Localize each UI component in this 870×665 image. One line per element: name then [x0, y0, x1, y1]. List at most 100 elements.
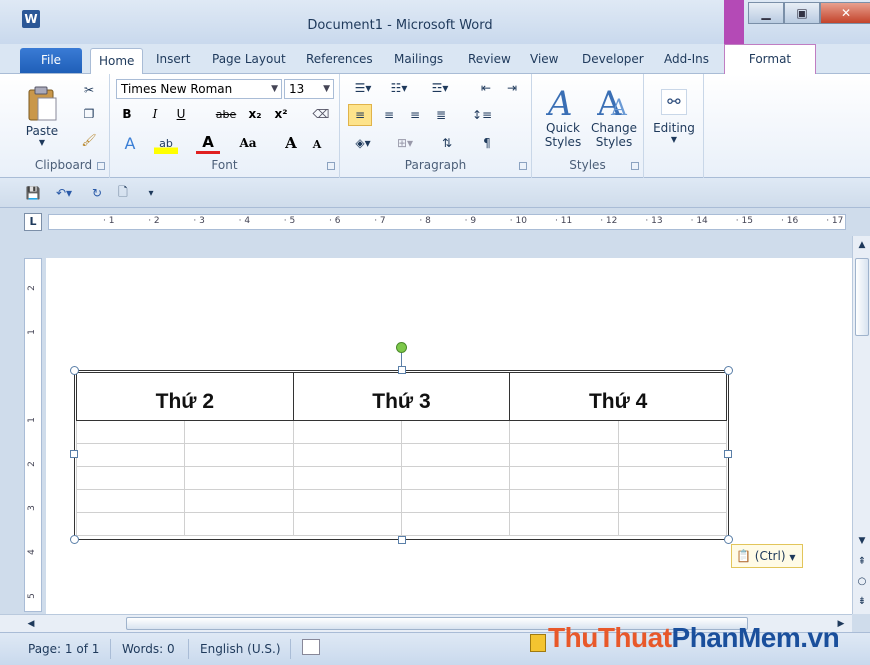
- tab-file[interactable]: File: [20, 48, 82, 73]
- new-document-icon[interactable]: 🗋: [114, 184, 132, 202]
- scroll-up-icon[interactable]: ▲: [855, 238, 869, 252]
- font-group-label: Font: [211, 158, 238, 172]
- multilevel-list-icon[interactable]: ☲▾: [422, 78, 458, 98]
- text-effects-icon[interactable]: A: [118, 132, 142, 154]
- subscript-button[interactable]: x₂: [244, 104, 266, 124]
- word-count[interactable]: Words: 0: [122, 642, 175, 656]
- clipboard-launcher-icon[interactable]: [97, 162, 105, 170]
- show-formatting-button[interactable]: ¶: [476, 132, 498, 154]
- macro-recording-icon[interactable]: [302, 639, 320, 655]
- grow-font-button[interactable]: A: [282, 132, 300, 154]
- restore-button[interactable]: ▣: [784, 2, 820, 24]
- watermark-part: PhanMem: [671, 622, 801, 653]
- scroll-thumb[interactable]: [855, 258, 869, 336]
- paste-button[interactable]: Paste ▼: [22, 80, 62, 152]
- decrease-indent-icon[interactable]: ⇤: [476, 78, 496, 98]
- undo-icon[interactable]: ↶▾: [50, 184, 78, 202]
- ruler-number: 5: [26, 593, 37, 599]
- close-button[interactable]: ✕: [820, 2, 870, 24]
- resize-handle[interactable]: [70, 535, 79, 544]
- strikethrough-button[interactable]: abe: [214, 104, 238, 124]
- justify-icon[interactable]: ≣: [430, 104, 452, 126]
- tab-home[interactable]: Home: [90, 48, 144, 75]
- highlight-icon[interactable]: ab: [154, 132, 178, 154]
- customize-qat-icon[interactable]: ▾: [142, 184, 160, 202]
- tab-view[interactable]: View: [530, 52, 558, 66]
- text-box-frame[interactable]: [74, 370, 729, 540]
- language-indicator[interactable]: English (U.S.): [200, 642, 281, 656]
- quick-styles-button[interactable]: A Quick Styles: [538, 76, 588, 156]
- rotate-handle[interactable]: [396, 342, 407, 353]
- increase-indent-icon[interactable]: ⇥: [502, 78, 522, 98]
- clipboard-group: Paste ▼ ✂ ❐ 🖌 Clipboard: [18, 74, 110, 178]
- horizontal-ruler[interactable]: · 1 · 2 · 3 · 4 · 5 · 6 · 7 · 8 · 9 · 10 · 11 · 12 ·…: [48, 214, 846, 230]
- shading-icon[interactable]: ◈▾: [348, 132, 378, 154]
- copy-icon[interactable]: ❐: [78, 104, 100, 124]
- font-color-icon[interactable]: A: [196, 132, 220, 154]
- resize-handle[interactable]: [724, 535, 733, 544]
- vertical-scrollbar[interactable]: ▲ ▼ ⇞ ○ ⇟: [852, 236, 870, 614]
- ruler-number: 2: [26, 285, 37, 291]
- vertical-ruler[interactable]: 2 1 1 2 3 4 5: [24, 258, 42, 612]
- tab-developer[interactable]: Developer: [582, 52, 644, 66]
- redo-icon[interactable]: ↻: [88, 184, 106, 202]
- svg-text:A: A: [546, 84, 573, 121]
- clear-formatting-icon[interactable]: ⌫: [310, 104, 332, 124]
- align-center-icon[interactable]: ≡: [378, 104, 400, 126]
- bullets-icon[interactable]: ☰▾: [348, 78, 378, 98]
- font-name-select[interactable]: Times New Roman ▼: [116, 79, 282, 99]
- resize-handle[interactable]: [70, 366, 79, 375]
- page-count[interactable]: Page: 1 of 1: [28, 642, 99, 656]
- ruler-number: · 5: [283, 216, 296, 226]
- tab-format[interactable]: Format: [724, 44, 816, 74]
- superscript-button[interactable]: x²: [270, 104, 292, 124]
- change-styles-button[interactable]: AA Change Styles: [588, 76, 640, 156]
- styles-launcher-icon[interactable]: [631, 162, 639, 170]
- font-launcher-icon[interactable]: [327, 162, 335, 170]
- window-controls: ▁ ▣ ✕: [748, 2, 870, 28]
- align-right-icon[interactable]: ≡: [404, 104, 426, 126]
- align-left-button[interactable]: ≡: [348, 104, 372, 126]
- resize-handle[interactable]: [724, 450, 732, 458]
- sort-icon[interactable]: ⇅: [436, 132, 458, 154]
- scroll-down-icon[interactable]: ▼: [855, 534, 869, 548]
- watermark: ThuThuatPhanMem.vn: [548, 622, 840, 654]
- tab-references[interactable]: References: [306, 52, 373, 66]
- status-separator: [290, 639, 291, 659]
- ruler-number: · 7: [374, 216, 386, 226]
- resize-handle[interactable]: [398, 366, 406, 374]
- scroll-left-icon[interactable]: ◀: [24, 617, 38, 631]
- change-styles-icon: AA: [597, 84, 628, 121]
- line-spacing-icon[interactable]: ↕≡: [468, 104, 496, 126]
- underline-button[interactable]: U: [172, 104, 190, 124]
- resize-handle[interactable]: [70, 450, 78, 458]
- word-app-icon[interactable]: W: [22, 10, 40, 28]
- tab-page-layout[interactable]: Page Layout: [212, 52, 286, 66]
- tab-insert[interactable]: Insert: [156, 52, 190, 66]
- editing-button[interactable]: ⚯ Editing ▼: [648, 78, 700, 154]
- resize-handle[interactable]: [724, 366, 733, 375]
- format-painter-icon[interactable]: 🖌: [78, 130, 100, 150]
- paste-options-button[interactable]: 📋 (Ctrl) ▼: [731, 544, 803, 568]
- tab-mailings[interactable]: Mailings: [394, 52, 443, 66]
- select-browse-object-icon[interactable]: ○: [855, 574, 869, 588]
- next-page-icon[interactable]: ⇟: [855, 594, 869, 608]
- minimize-button[interactable]: ▁: [748, 2, 784, 24]
- previous-page-icon[interactable]: ⇞: [855, 554, 869, 568]
- font-size-select[interactable]: 13 ▼: [284, 79, 334, 99]
- italic-button[interactable]: I: [146, 104, 164, 124]
- save-icon[interactable]: 💾: [24, 184, 42, 202]
- numbering-icon[interactable]: ☷▾: [384, 78, 414, 98]
- editing-label: Editing: [653, 120, 695, 135]
- change-case-button[interactable]: Aa: [234, 132, 262, 154]
- ruler-number: · 11: [555, 216, 573, 226]
- tab-review[interactable]: Review: [468, 52, 511, 66]
- bold-button[interactable]: B: [118, 104, 136, 124]
- resize-handle[interactable]: [398, 536, 406, 544]
- borders-icon[interactable]: ⊞▾: [390, 132, 420, 154]
- shrink-font-button[interactable]: A: [308, 134, 326, 154]
- cut-icon[interactable]: ✂: [78, 80, 100, 100]
- tab-selector-icon[interactable]: L: [24, 213, 42, 231]
- tab-add-ins[interactable]: Add-Ins: [664, 52, 709, 66]
- paragraph-launcher-icon[interactable]: [519, 162, 527, 170]
